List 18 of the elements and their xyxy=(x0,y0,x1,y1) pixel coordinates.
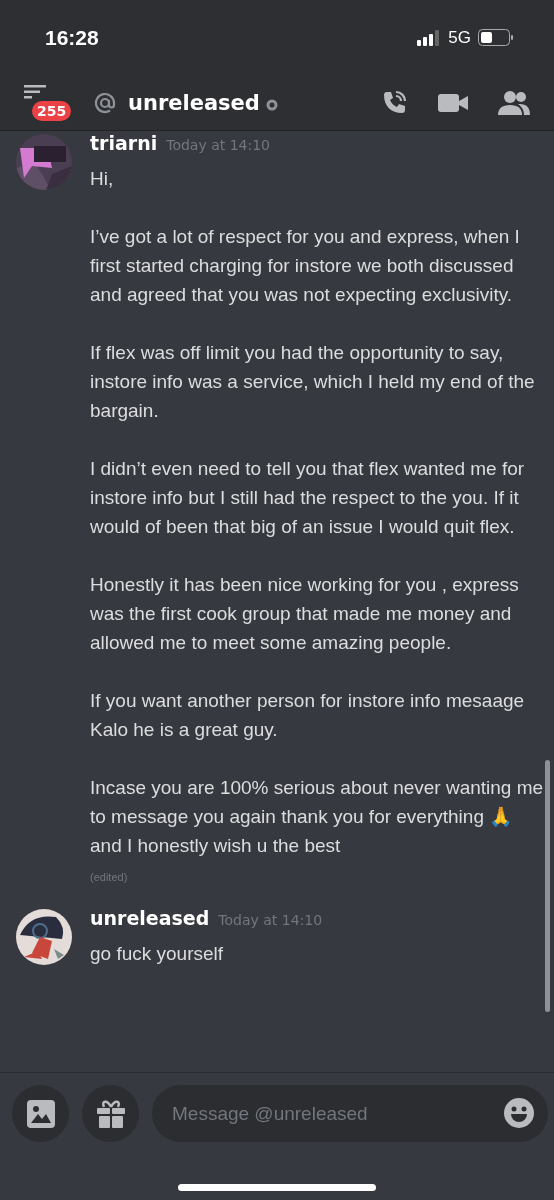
author-name[interactable]: triarni xyxy=(90,132,158,154)
message-text: If you want another person for instore info mesaage Kalo he is a great guy. xyxy=(90,689,526,742)
edited-label: (edited) xyxy=(90,870,128,884)
message-text: I didn’t even need to tell you that flex wanted me for instore info but I still had the respect to the you. If it would of been that big of an issue I would quit flex. xyxy=(90,457,526,539)
message-timestamp: Today at 14:10 xyxy=(218,912,323,928)
message-text: Honestly it has been nice working for you , express was the first cook group that made me money and allowed me to meet some amazing people. xyxy=(90,573,520,655)
network-label: 5G xyxy=(448,27,471,48)
message-timestamp: Today at 14:10 xyxy=(166,137,270,153)
message-text: Incase you are 100% serious about never wanting me to message you again thank you for everything 🙏 and I honestly wish u the best xyxy=(90,776,544,858)
message-text: If flex was off limit you had the opportunity to say, instore info was a service, which I held my end of the bargain. xyxy=(90,341,536,423)
status-time: 16:28 xyxy=(45,25,100,50)
author-name[interactable]: unreleased xyxy=(90,907,210,929)
unread-badge: 255 xyxy=(30,99,74,123)
message-input[interactable]: Message @unreleased xyxy=(152,1085,548,1142)
channel-name: unreleased xyxy=(128,90,260,115)
message-text: Hi, xyxy=(90,167,115,191)
message-text: I’ve got a lot of respect for you and express, when I first started charging for instore we both discussed and agreed that you was not expecting exclusivity. xyxy=(90,225,521,307)
message-text: go fuck yourself xyxy=(90,942,225,966)
